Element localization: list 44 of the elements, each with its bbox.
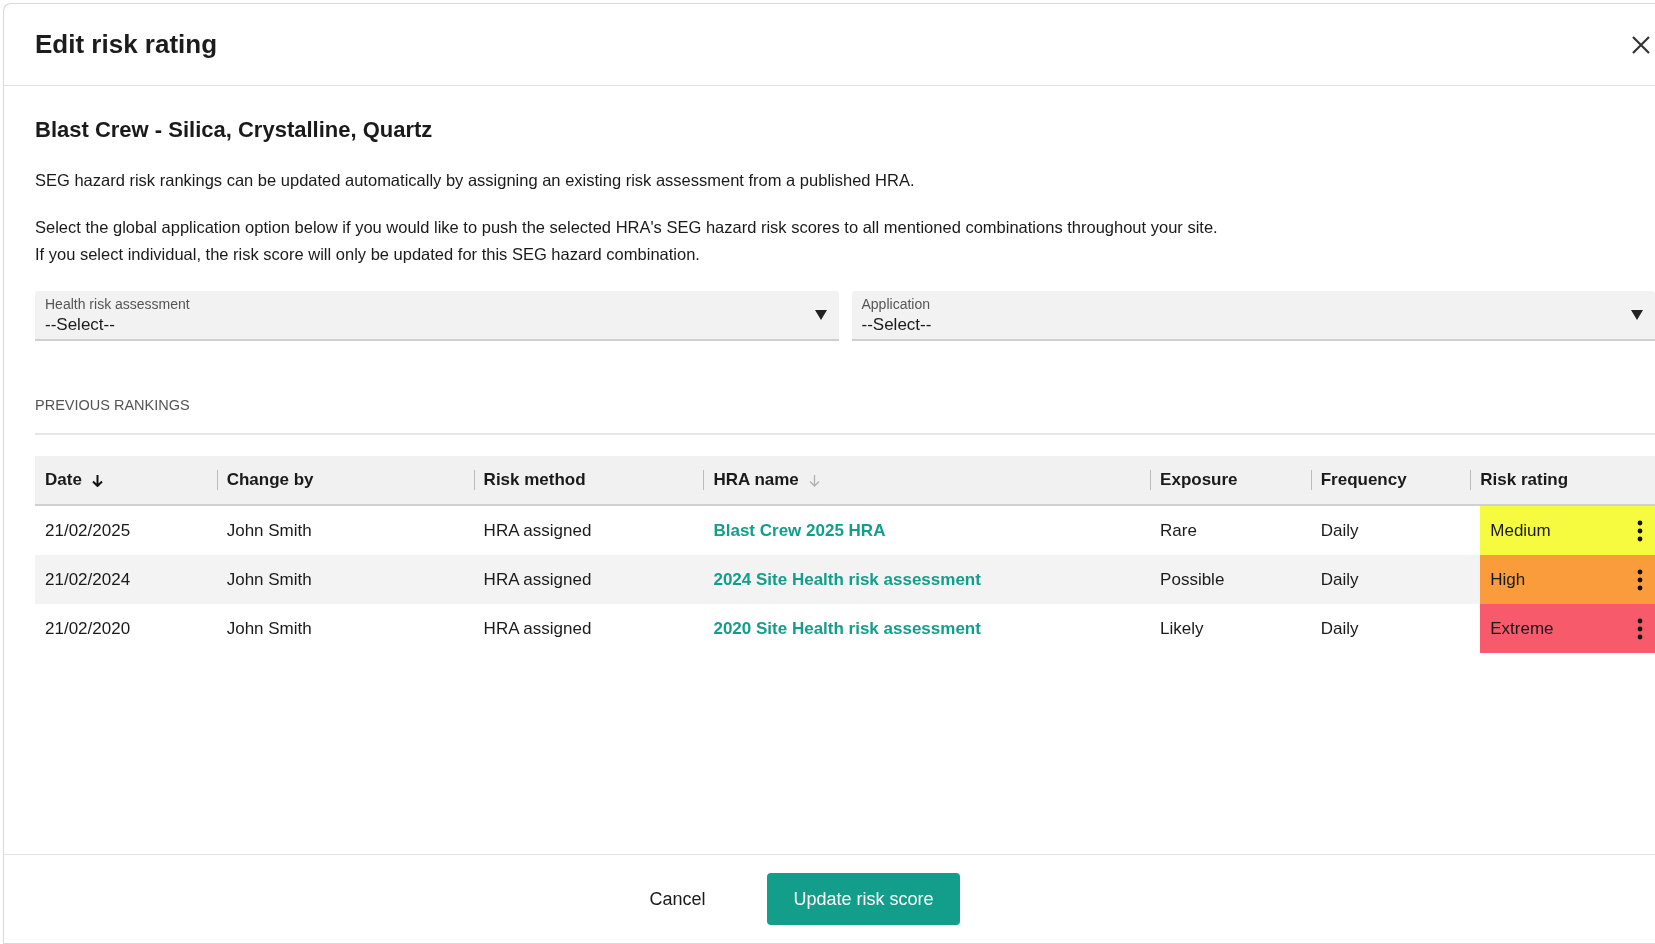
column-header[interactable]: Exposure (1160, 470, 1238, 490)
description-text: Select the global application option below if you would like to push the selected HRA's SEG hazard risk scores to all mentioned combinations throughout your site. (35, 217, 1219, 238)
table-cell: HRA assigned (483, 520, 592, 540)
table-cell: Daily (1320, 520, 1359, 540)
table-cell: 21/02/2025 (45, 520, 131, 540)
section-title: Blast Crew - Silica, Crystalline, Quartz (35, 117, 434, 143)
risk-rating-label: High (1490, 569, 1526, 590)
table-cell: HRA assigned (483, 618, 592, 638)
risk-rating-label: Extreme (1490, 618, 1554, 639)
table-cell: Possible (1160, 569, 1225, 589)
dialog-title: Edit risk rating (35, 29, 218, 60)
column-header[interactable]: Risk method (483, 470, 586, 490)
column-header[interactable]: Change by (226, 470, 314, 490)
field-value: --Select-- (45, 314, 116, 335)
dropdown-caret-icon (814, 310, 827, 320)
cancel-button[interactable]: Cancel (649, 876, 706, 922)
field-label: Health risk assessment (45, 295, 190, 312)
description-text: If you select individual, the risk score will only be updated for this SEG hazard combination. (35, 244, 701, 265)
column-header[interactable]: Date (45, 470, 82, 490)
close-icon[interactable] (1630, 33, 1652, 56)
select-field[interactable]: Application --Select-- (851, 291, 1655, 341)
table-cell: John Smith (226, 569, 312, 589)
sort-arrow-icon[interactable] (91, 473, 103, 487)
more-options-icon[interactable] (1637, 519, 1643, 542)
table-cell: Daily (1320, 569, 1359, 589)
table-cell: Rare (1160, 520, 1197, 540)
column-header[interactable]: Risk rating (1480, 470, 1569, 490)
description-text: SEG hazard risk rankings can be updated automatically by assigning an existing risk assessment from a published HRA. (35, 170, 916, 191)
select-field[interactable]: Health risk assessment --Select-- (35, 291, 839, 341)
table-cell: John Smith (226, 520, 312, 540)
risk-rating-label: Medium (1490, 520, 1551, 541)
section-label: PREVIOUS RANKINGS (35, 397, 1655, 435)
field-value: --Select-- (861, 314, 932, 335)
more-options-icon[interactable] (1637, 617, 1643, 640)
table-cell: HRA assigned (483, 569, 592, 589)
table-cell: John Smith (226, 618, 312, 638)
table-cell: 21/02/2024 (45, 569, 131, 589)
table-cell: Likely (1160, 618, 1204, 638)
more-options-icon[interactable] (1637, 568, 1643, 591)
dropdown-caret-icon (1631, 310, 1643, 320)
table-cell: 21/02/2020 (45, 618, 131, 638)
table-cell: Daily (1320, 618, 1359, 638)
column-header[interactable]: HRA name (713, 470, 799, 490)
field-label: Application (861, 295, 931, 312)
